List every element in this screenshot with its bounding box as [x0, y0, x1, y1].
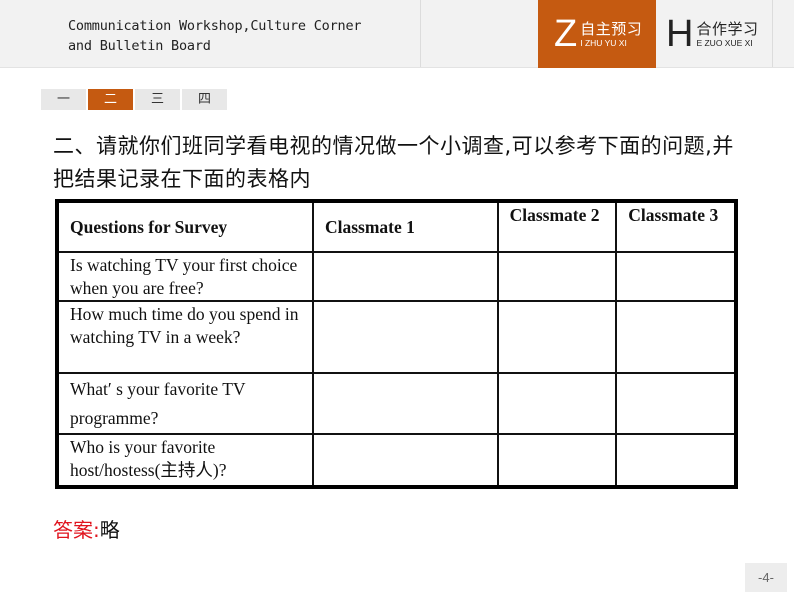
nav-tab-self-study[interactable]: Z 自主预习 I ZHU YU XI — [538, 0, 656, 68]
nav-tab-letter: Z — [554, 13, 578, 55]
nav-tab-label: 自主预习 — [580, 19, 643, 38]
section-tab-1[interactable]: 一 — [41, 89, 86, 110]
question-text: 二、请就你们班同学看电视的情况做一个小调查,可以参考下面的问题,并把结果记录在下… — [53, 134, 734, 191]
table-cell-question: Who is your favorite host/hostess(主持人)? — [56, 433, 314, 488]
table-row: Who is your favorite host/hostess(主持人)? — [56, 433, 737, 488]
table-cell[interactable] — [615, 433, 737, 488]
table-header-cell: Questions for Survey — [56, 200, 314, 253]
table-cell[interactable] — [311, 300, 499, 374]
table-cell[interactable] — [615, 300, 737, 374]
lesson-title-line-1: Communication Workshop,Culture Corner — [68, 18, 362, 34]
table-header-cell: Classmate 1 — [311, 200, 499, 253]
lesson-title-line-2: and Bulletin Board — [68, 38, 211, 54]
table-cell-question: How much time do you spend in watching T… — [56, 300, 314, 374]
top-bar: Communication Workshop,Culture Corner an… — [0, 0, 794, 68]
header-divider — [772, 0, 773, 67]
page-number: -4- — [745, 563, 787, 592]
table-cell[interactable] — [496, 251, 618, 302]
answer-label: 答案: — [53, 518, 100, 542]
section-tab-3[interactable]: 三 — [135, 89, 180, 110]
table-cell[interactable] — [615, 251, 737, 302]
section-tab-2[interactable]: 二 — [88, 89, 133, 110]
table-cell[interactable] — [311, 372, 499, 435]
table-header-cell: Classmate 2 — [496, 200, 618, 253]
table-cell-question: What′ s your favorite TV programme? — [56, 372, 314, 435]
table-cell[interactable] — [615, 372, 737, 435]
table-cell[interactable] — [496, 372, 618, 435]
answer-value: 略 — [99, 518, 120, 542]
nav-tab-cooperative-study[interactable]: H 合作学习 E ZUO XUE XI — [660, 0, 770, 68]
nav-tab-pinyin: I ZHU YU XI — [580, 37, 627, 48]
table-cell-question: Is watching TV your first choice when yo… — [56, 251, 314, 302]
section-tab-4[interactable]: 四 — [182, 89, 227, 110]
nav-tab-letter: H — [666, 13, 694, 55]
nav-tab-label: 合作学习 — [696, 19, 759, 38]
section-tabs: 一 二 三 四 — [41, 89, 227, 110]
survey-table: Questions for Survey Classmate 1 Classma… — [55, 199, 738, 489]
nav-tab-pinyin: E ZUO XUE XI — [696, 37, 753, 48]
answer: 答案:略 — [53, 516, 120, 544]
lesson-title: Communication Workshop,Culture Corner an… — [68, 16, 418, 56]
table-row: How much time do you spend in watching T… — [56, 300, 737, 374]
table-cell[interactable] — [496, 300, 618, 374]
table-cell[interactable] — [311, 433, 499, 488]
table-cell[interactable] — [496, 433, 618, 488]
table-header-cell: Classmate 3 — [615, 200, 737, 253]
table-row: What′ s your favorite TV programme? — [56, 372, 737, 435]
table-cell[interactable] — [311, 251, 499, 302]
header-divider — [420, 0, 421, 67]
table-header-row: Questions for Survey Classmate 1 Classma… — [56, 200, 737, 253]
table-row: Is watching TV your first choice when yo… — [56, 251, 737, 302]
